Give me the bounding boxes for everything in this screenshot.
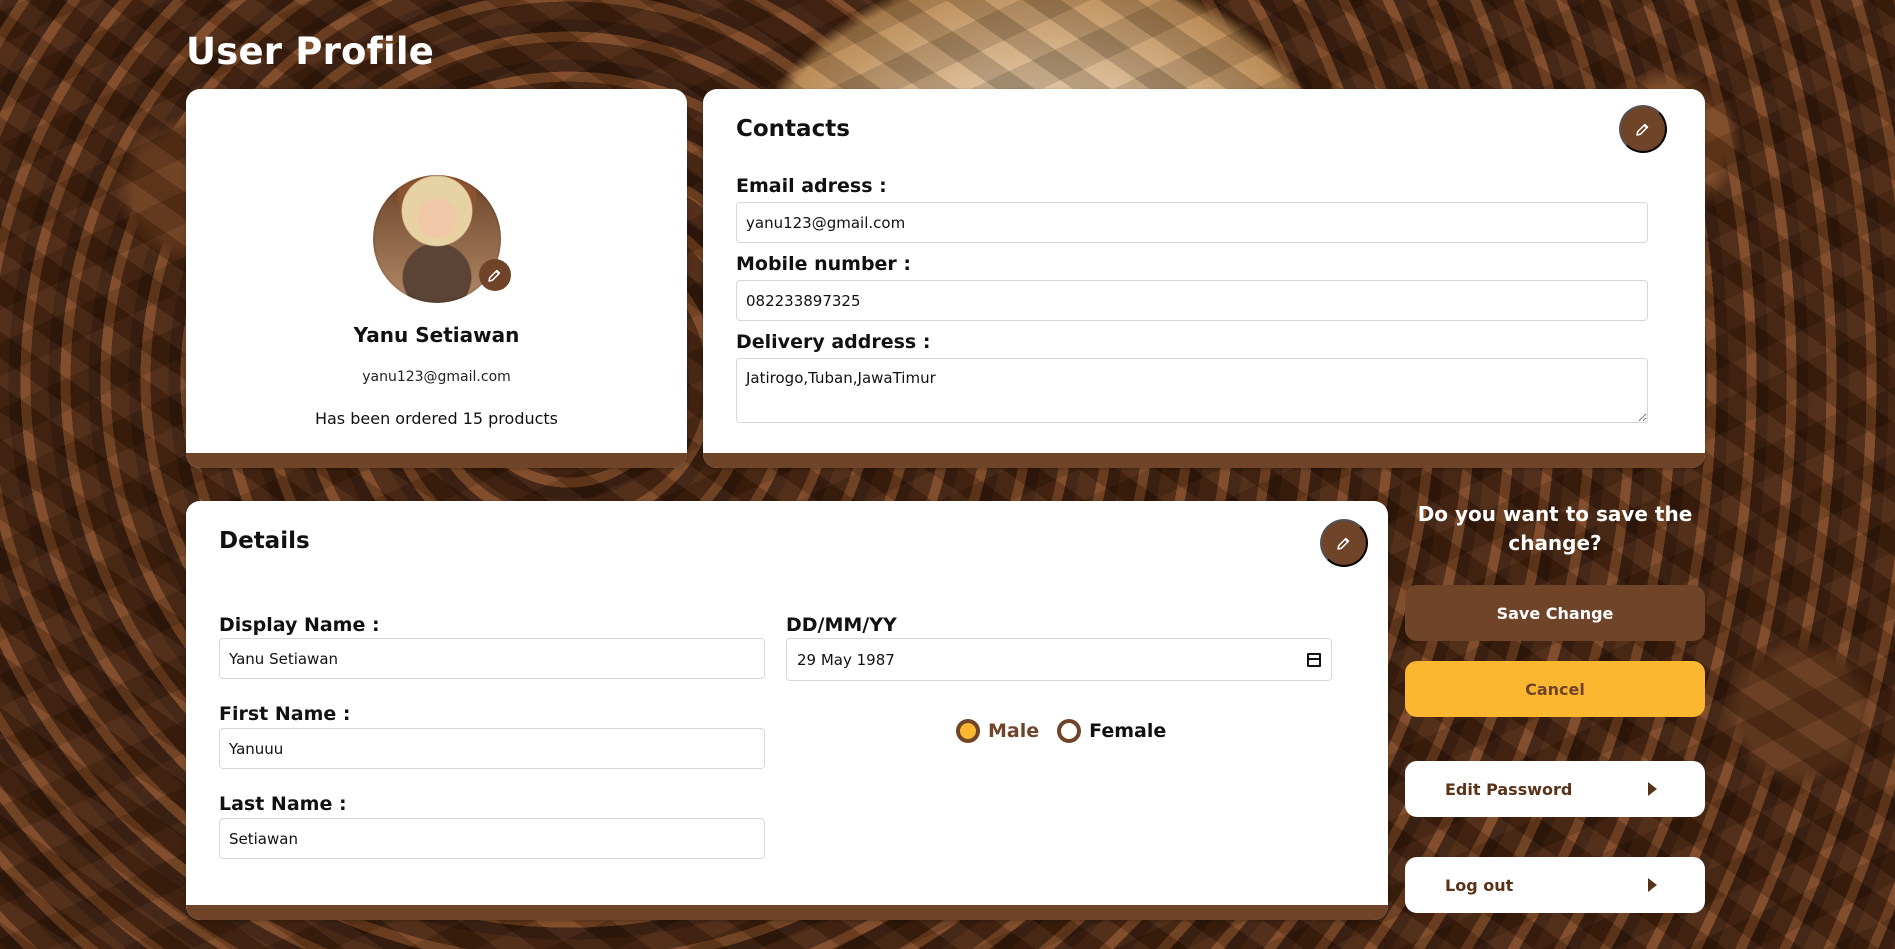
male-label: Male: [988, 720, 1040, 742]
profile-orders-text: Has been ordered 15 products: [314, 409, 559, 428]
display-name-field[interactable]: [219, 638, 765, 679]
email-field[interactable]: [736, 202, 1648, 243]
details-edit-button[interactable]: [1320, 519, 1368, 567]
edit-password-label: Edit Password: [1445, 779, 1573, 799]
gender-option-female[interactable]: Female: [1057, 719, 1166, 743]
details-card: Details Display Name : First Name : Last…: [186, 501, 1388, 920]
delivery-address-field[interactable]: Jatirogo,Tuban,JawaTimur: [736, 358, 1648, 423]
date-label: DD/MM/YY: [786, 614, 897, 636]
contacts-card: Contacts Email adress : Mobile number : …: [703, 89, 1705, 468]
arrow-right-icon: [1648, 782, 1657, 796]
logout-button[interactable]: Log out: [1405, 857, 1705, 913]
mobile-label: Mobile number :: [736, 253, 912, 275]
pencil-icon: [488, 269, 501, 282]
email-label: Email adress :: [736, 175, 887, 197]
profile-card: Yanu Setiawan yanu123@gmail.com Has been…: [186, 89, 687, 468]
avatar-edit-button[interactable]: [479, 259, 511, 291]
details-title: Details: [219, 528, 310, 554]
female-label: Female: [1089, 720, 1167, 742]
logout-label: Log out: [1445, 875, 1514, 895]
first-name-label: First Name :: [219, 703, 351, 725]
pencil-icon: [1636, 123, 1649, 136]
display-name-label: Display Name :: [219, 614, 380, 636]
profile-email: yanu123@gmail.com: [362, 369, 511, 385]
delivery-address-label: Delivery address :: [736, 331, 931, 353]
contacts-title: Contacts: [736, 116, 850, 142]
arrow-right-icon: [1648, 878, 1657, 892]
avatar-container: [373, 175, 511, 303]
save-change-question: Do you want to save the change?: [1417, 502, 1693, 555]
female-radio[interactable]: [1057, 719, 1082, 743]
first-name-field[interactable]: [219, 728, 765, 769]
contacts-edit-button[interactable]: [1619, 105, 1667, 153]
last-name-label: Last Name :: [219, 793, 347, 815]
avatar-edit-icon-wrapper[interactable]: [479, 259, 511, 291]
male-radio[interactable]: [956, 719, 980, 743]
gender-radio-group: Male Female: [956, 719, 1166, 743]
gender-option-male[interactable]: Male: [956, 719, 1039, 743]
pencil-icon: [1337, 537, 1350, 550]
page-title: User Profile: [186, 30, 435, 73]
save-change-button[interactable]: Save Change: [1405, 585, 1705, 641]
profile-name: Yanu Setiawan: [353, 323, 520, 347]
cancel-button[interactable]: Cancel: [1405, 661, 1705, 717]
date-field[interactable]: 29 May 1987: [786, 638, 1332, 681]
edit-password-button[interactable]: Edit Password: [1405, 761, 1705, 817]
mobile-field[interactable]: [736, 280, 1648, 321]
last-name-field[interactable]: [219, 818, 765, 859]
calendar-icon[interactable]: [1307, 652, 1321, 667]
date-value: 29 May 1987: [797, 650, 895, 669]
